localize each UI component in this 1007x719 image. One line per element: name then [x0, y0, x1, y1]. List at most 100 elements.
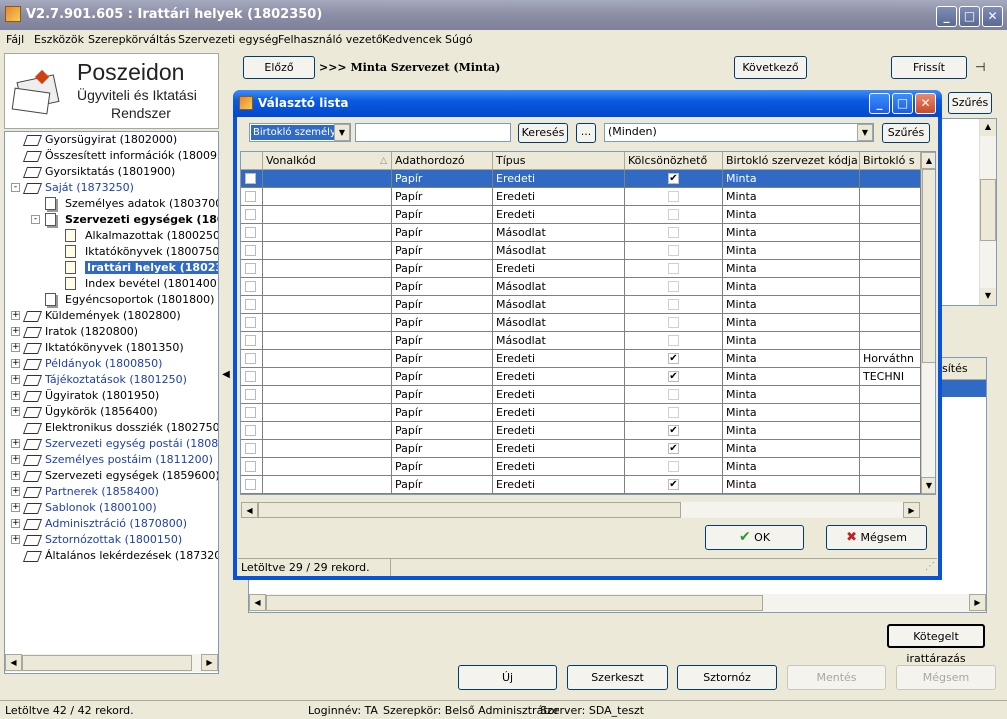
row-select-cell[interactable] — [241, 224, 263, 242]
loanable-checkbox[interactable]: ✔ — [668, 425, 679, 436]
loanable-cell[interactable] — [625, 242, 723, 260]
grid-vscroll-thumb[interactable] — [922, 169, 935, 363]
row-select-checkbox[interactable] — [245, 371, 256, 382]
loanable-cell[interactable] — [625, 386, 723, 404]
menu-help[interactable]: Súgó — [445, 33, 473, 46]
loanable-checkbox[interactable]: ✔ — [668, 371, 679, 382]
tree-item[interactable]: Példányok (1800850) — [45, 356, 162, 372]
tree-expander-icon[interactable]: + — [11, 439, 20, 448]
dialog-close-button[interactable]: ✕ — [915, 93, 936, 114]
tree-item[interactable]: Küldemények (1802800) — [45, 308, 181, 324]
tree-hscrollbar[interactable]: ◀ ▶ — [5, 654, 218, 672]
row-select-cell[interactable] — [241, 332, 263, 350]
lower-hscrollbar[interactable]: ◀ ▶ — [249, 594, 986, 612]
table-row[interactable]: Papír Eredeti Minta — [241, 386, 921, 404]
loanable-checkbox[interactable] — [668, 299, 679, 310]
close-button[interactable]: ✕ — [982, 6, 1003, 27]
maximize-button[interactable]: □ — [959, 6, 980, 27]
scope-select[interactable]: (Minden) ▼ — [604, 123, 874, 142]
row-select-checkbox[interactable] — [245, 281, 256, 292]
loanable-cell[interactable]: ✔ — [625, 422, 723, 440]
tree-item[interactable]: Saját (1873250) — [45, 180, 134, 196]
filter-field-select[interactable]: Birtokló személy ▼ — [249, 123, 351, 142]
save-button[interactable]: Mentés — [787, 665, 886, 690]
loanable-checkbox[interactable] — [668, 317, 679, 328]
dialog-maximize-button[interactable]: □ — [892, 93, 913, 114]
table-row[interactable]: Papír Eredeti Minta — [241, 458, 921, 476]
tree-item[interactable]: Szervezeti egység postái (1808000) — [45, 436, 218, 452]
tree-expander-icon[interactable]: + — [11, 455, 20, 464]
tree-expander-icon[interactable]: + — [11, 343, 20, 352]
prev-button[interactable]: Előző — [243, 56, 315, 79]
grid-header-media[interactable]: Adathordozó — [392, 152, 493, 170]
loanable-checkbox[interactable] — [668, 209, 679, 220]
loanable-cell[interactable] — [625, 206, 723, 224]
tree-expander-icon[interactable]: + — [11, 327, 20, 336]
loanable-cell[interactable] — [625, 314, 723, 332]
loanable-checkbox[interactable] — [668, 461, 679, 472]
row-select-checkbox[interactable] — [245, 191, 256, 202]
row-select-cell[interactable] — [241, 314, 263, 332]
menu-user-lead[interactable]: Felhasználó vezető — [278, 33, 383, 46]
tree-expander-icon[interactable]: + — [11, 487, 20, 496]
menu-file[interactable]: Fájl — [6, 33, 24, 46]
tree-item[interactable]: Iratok (1820800) — [45, 324, 138, 340]
refresh-button[interactable]: Frissít — [891, 56, 967, 79]
row-select-checkbox[interactable] — [245, 353, 256, 364]
batch-archive-button[interactable]: Kötegelt irattárazás — [887, 624, 985, 665]
table-row[interactable]: Papír Eredeti ✔ Minta Horváthn — [241, 350, 921, 368]
tree-item[interactable]: Sablonok (1800100) — [45, 500, 157, 516]
row-select-cell[interactable] — [241, 188, 263, 206]
loanable-checkbox[interactable] — [668, 245, 679, 256]
chooser-grid[interactable]: Vonalkód △ Adathordozó Típus Kölcsönözhet… — [240, 151, 936, 495]
tree-item[interactable]: Ügyiratok (1801950) — [45, 388, 159, 404]
ok-button[interactable]: ✔ OK — [705, 525, 804, 550]
table-row[interactable]: Papír Másodlat Minta — [241, 296, 921, 314]
pin-icon[interactable]: ⊣ — [975, 60, 985, 74]
search-button[interactable]: Keresés — [518, 123, 568, 143]
tree-item[interactable]: Adminisztráció (1870800) — [45, 516, 187, 532]
table-row[interactable]: Papír Eredeti Minta — [241, 188, 921, 206]
menu-role-switch[interactable]: Szerepkörváltás — [88, 33, 176, 46]
storno-button[interactable]: Sztornóz — [677, 665, 777, 690]
tree-item[interactable]: Iktatókönyvek (1801350) — [45, 340, 184, 356]
loanable-checkbox[interactable] — [668, 263, 679, 274]
row-select-checkbox[interactable] — [245, 407, 256, 418]
loanable-cell[interactable]: ✔ — [625, 476, 723, 494]
loanable-cell[interactable] — [625, 224, 723, 242]
tree-item[interactable]: Partnerek (1858400) — [45, 484, 159, 500]
loanable-checkbox[interactable]: ✔ — [668, 353, 679, 364]
tree-expander-icon[interactable]: + — [11, 407, 20, 416]
loanable-cell[interactable] — [625, 260, 723, 278]
tree-item[interactable]: Ügykörök (1856400) — [45, 404, 158, 420]
main-filter-button[interactable]: Szűrés — [948, 92, 992, 114]
resize-grip-icon[interactable]: ⋰ — [925, 561, 935, 572]
tree-expander-icon[interactable]: + — [11, 503, 20, 512]
row-select-cell[interactable] — [241, 278, 263, 296]
row-select-cell[interactable] — [241, 386, 263, 404]
row-select-cell[interactable] — [241, 440, 263, 458]
search-input[interactable] — [355, 123, 511, 142]
loanable-cell[interactable]: ✔ — [625, 170, 723, 188]
row-select-cell[interactable] — [241, 476, 263, 494]
grid-selected-row[interactable] — [939, 380, 986, 397]
row-select-checkbox[interactable] — [245, 461, 256, 472]
row-select-checkbox[interactable] — [245, 227, 256, 238]
table-row[interactable]: Papír Eredeti ✔ Minta — [241, 476, 921, 494]
next-button[interactable]: Következő — [734, 56, 807, 79]
abort-button[interactable]: Mégsem — [896, 665, 996, 690]
row-select-checkbox[interactable] — [245, 335, 256, 346]
row-select-checkbox[interactable] — [245, 263, 256, 274]
table-row[interactable]: Papír Másodlat Minta — [241, 224, 921, 242]
grid-header-loanable[interactable]: Kölcsönözhető — [625, 152, 723, 170]
row-select-checkbox[interactable] — [245, 317, 256, 328]
row-select-cell[interactable] — [241, 404, 263, 422]
loanable-cell[interactable] — [625, 188, 723, 206]
splitter-arrow-icon[interactable]: ◀ — [220, 360, 232, 390]
table-row[interactable]: Papír Másodlat Minta — [241, 314, 921, 332]
dialog-cancel-button[interactable]: ✖ Mégsem — [826, 525, 927, 550]
tree-expander-icon[interactable]: + — [11, 391, 20, 400]
grid-header-partial[interactable]: sítés id... — [939, 358, 986, 380]
chevron-down-icon[interactable]: ▼ — [857, 124, 873, 141]
table-row[interactable]: Papír Másodlat Minta — [241, 332, 921, 350]
